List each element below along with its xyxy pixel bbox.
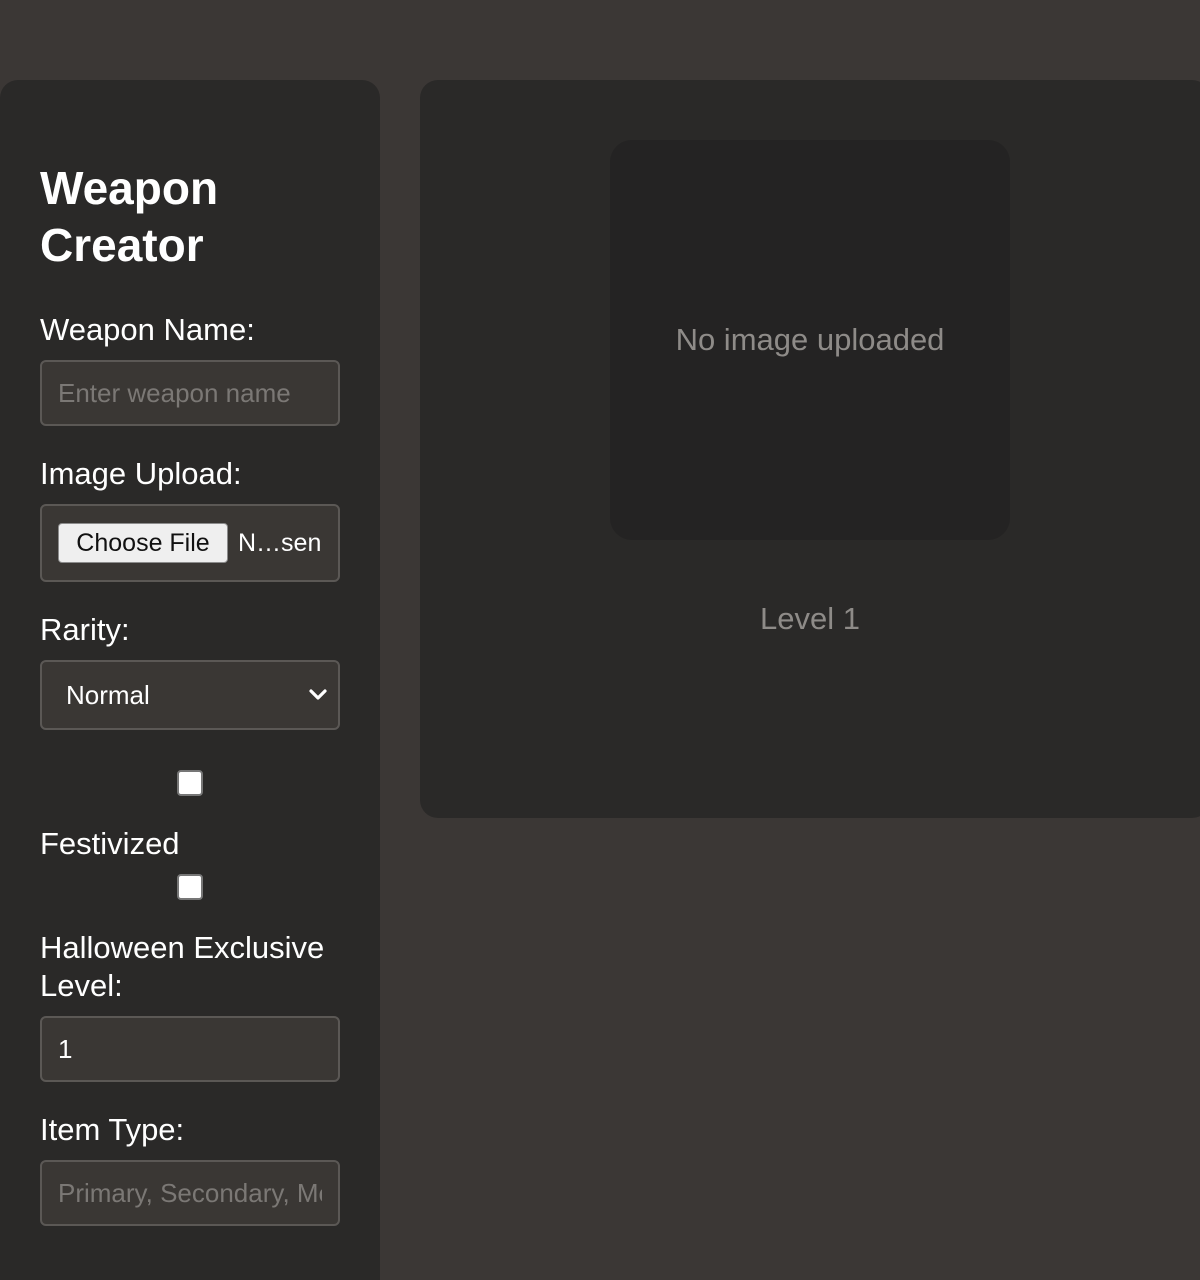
halloween-exclusive-checkbox[interactable] xyxy=(177,874,203,900)
file-status-text: N…sen xyxy=(238,529,322,557)
rarity-selected-value: Normal xyxy=(66,680,150,710)
festivized-checkbox[interactable] xyxy=(177,770,203,796)
weapon-creator-panel: Weapon Creator Weapon Name: Image Upload… xyxy=(0,80,380,1280)
item-type-input[interactable] xyxy=(40,1160,340,1226)
weapon-preview-panel: No image uploaded Level 1 xyxy=(420,80,1200,818)
choose-file-button[interactable]: Choose File xyxy=(58,523,228,563)
page-title: Weapon Creator xyxy=(40,162,219,271)
level-label: Level: xyxy=(40,968,123,1003)
preview-level-text: Level 1 xyxy=(760,601,860,636)
image-upload-label: Image Upload: xyxy=(40,456,242,491)
weapon-name-input[interactable] xyxy=(40,360,340,426)
weapon-name-label: Weapon Name: xyxy=(40,312,255,347)
item-type-label: Item Type: xyxy=(40,1112,185,1147)
rarity-select[interactable]: Normal xyxy=(40,660,340,730)
halloween-exclusive-label: Halloween Exclusive xyxy=(40,930,325,965)
level-input[interactable] xyxy=(40,1016,340,1082)
chevron-down-icon xyxy=(309,689,327,700)
image-upload-field[interactable]: Choose File N…sen xyxy=(40,504,340,582)
rarity-label: Rarity: xyxy=(40,612,130,647)
weapon-image-preview: No image uploaded xyxy=(610,140,1010,540)
festivized-label: Festivized xyxy=(40,826,180,861)
no-image-text: No image uploaded xyxy=(675,322,945,357)
